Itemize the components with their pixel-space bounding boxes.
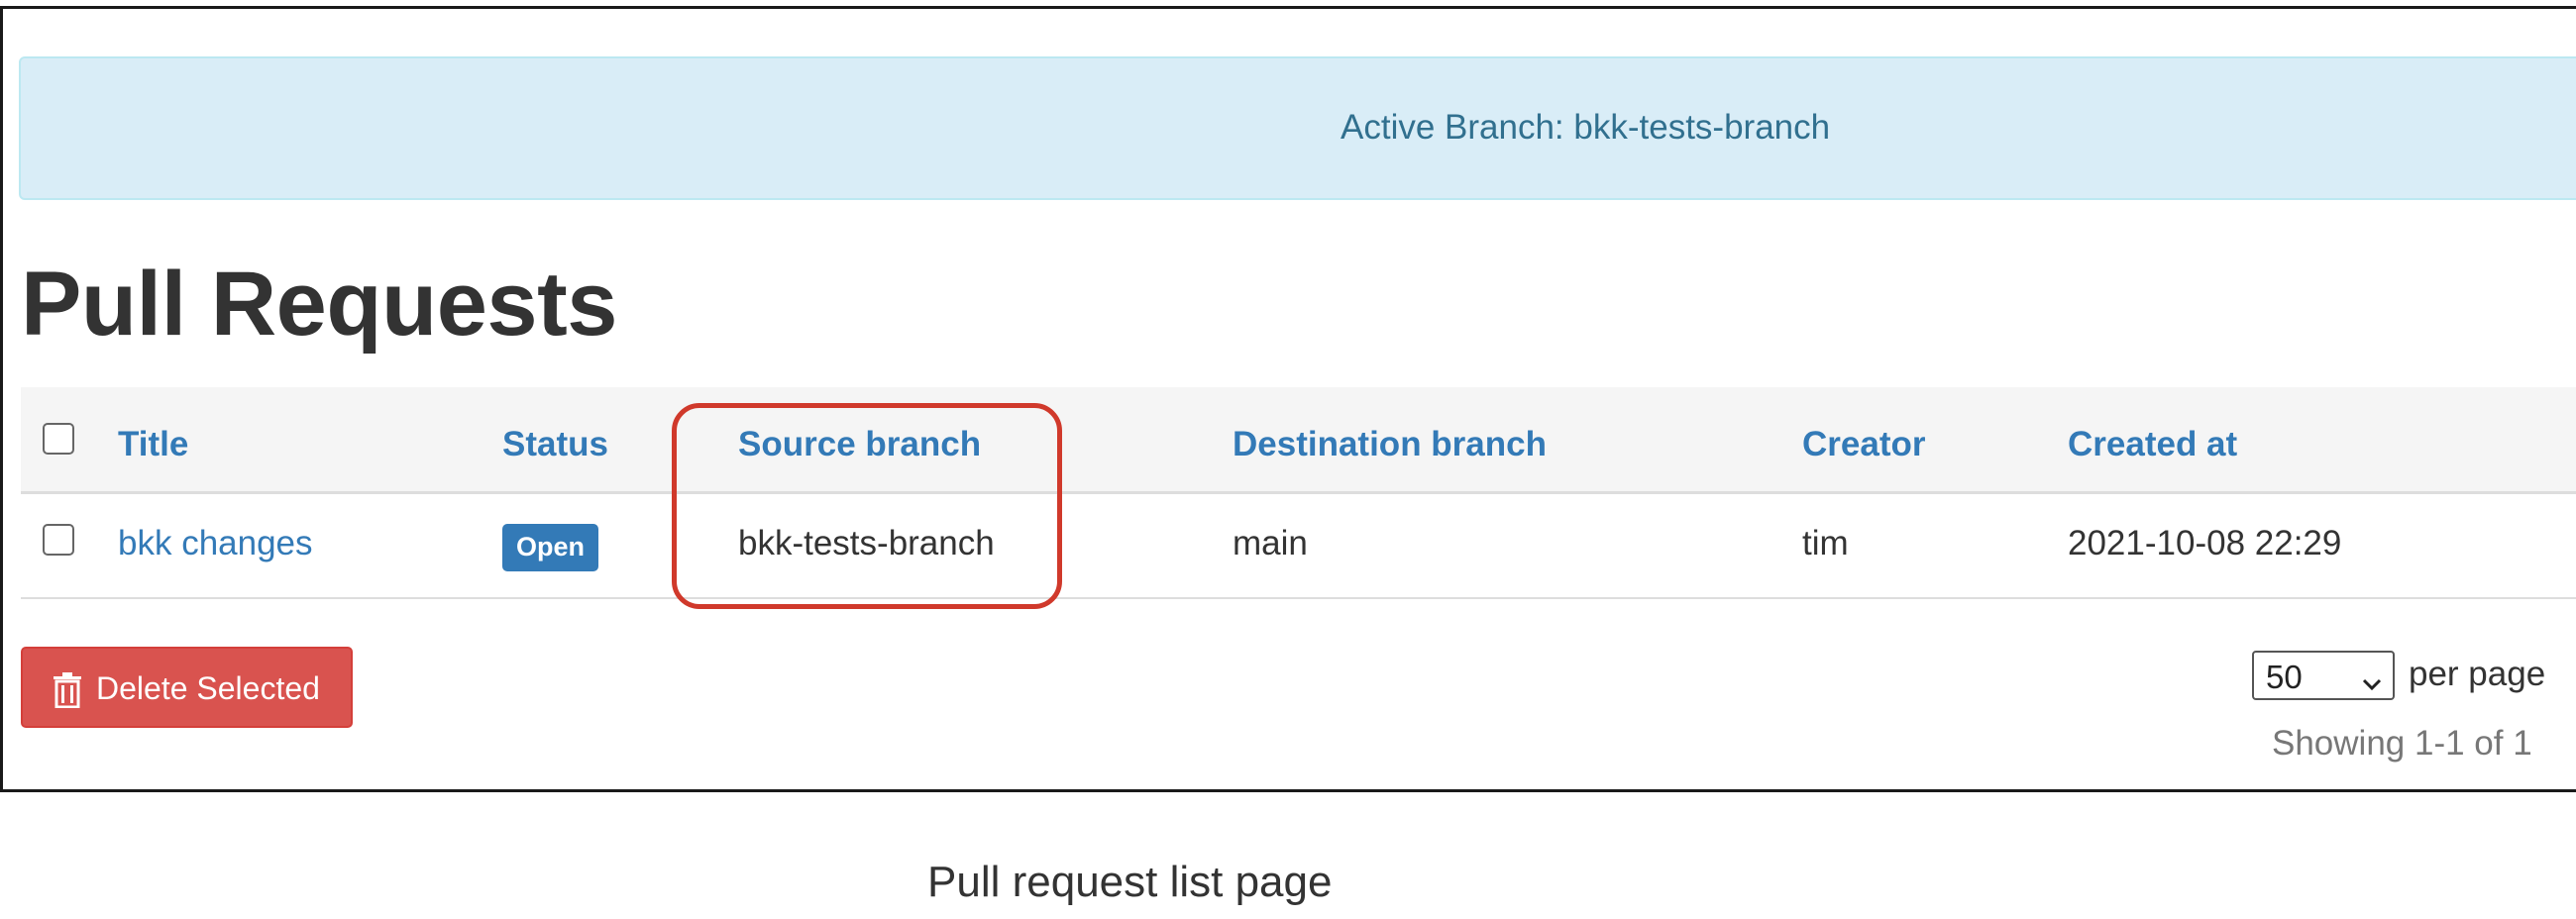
page-title: Pull Requests <box>21 254 617 355</box>
screenshot-frame: Active Branch: bkk-tests-branch Pull Req… <box>0 6 2576 792</box>
per-page-value: 50 <box>2266 659 2303 695</box>
per-page-label: per page <box>2409 655 2546 693</box>
column-header-destination-branch[interactable]: Destination branch <box>1233 425 1547 464</box>
chevron-down-icon <box>2361 665 2383 691</box>
delete-selected-label: Delete Selected <box>96 670 320 706</box>
active-branch-text: Active Branch: bkk-tests-branch <box>1341 108 1831 147</box>
column-header-created-at[interactable]: Created at <box>2068 425 2237 464</box>
destination-branch-cell: main <box>1233 524 1308 562</box>
trash-icon <box>53 672 82 709</box>
delete-selected-button[interactable]: Delete Selected <box>21 647 353 728</box>
select-all-checkbox[interactable] <box>43 423 74 455</box>
created-at-cell: 2021-10-08 22:29 <box>2068 524 2342 562</box>
column-header-status[interactable]: Status <box>502 425 608 464</box>
table-header-row: Title Status Source branch Destination b… <box>21 387 2576 494</box>
creator-cell: tim <box>1802 524 1849 562</box>
figure-caption: Pull request list page <box>927 858 1333 906</box>
pull-request-title-link[interactable]: bkk changes <box>118 524 313 563</box>
column-header-title[interactable]: Title <box>118 425 188 464</box>
source-branch-highlight <box>672 403 1062 609</box>
column-header-creator[interactable]: Creator <box>1802 425 1925 464</box>
table-row: bkk changes Open bkk-tests-branch main t… <box>21 494 2576 599</box>
row-select-checkbox[interactable] <box>43 524 74 556</box>
active-branch-alert: Active Branch: bkk-tests-branch <box>19 56 2576 200</box>
pagination-summary: Showing 1-1 of 1 <box>2272 724 2532 763</box>
per-page-select[interactable]: 50 <box>2252 651 2395 700</box>
status-badge: Open <box>502 524 599 571</box>
